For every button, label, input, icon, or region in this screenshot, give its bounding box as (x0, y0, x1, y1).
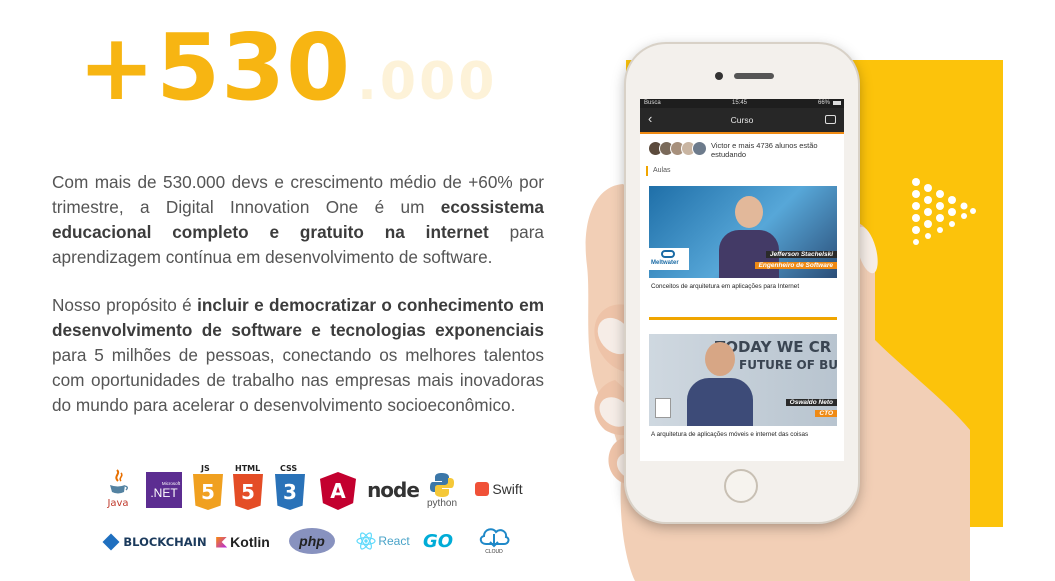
cloud-icon (479, 528, 510, 548)
css-label: CSS (280, 464, 298, 473)
css3-shield-icon: 3 (275, 474, 305, 510)
kotlin-k-icon (216, 536, 228, 548)
js-mark: 5 (201, 480, 215, 504)
dotnet-logo: Microsoft .NET (146, 472, 182, 508)
purpose-paragraph: Nosso propósito é incluir e democratizar… (52, 293, 544, 418)
go-label: GO (422, 530, 454, 552)
css-mark: 3 (283, 480, 297, 504)
react-atom-icon (356, 532, 376, 550)
nav-title: Curso (730, 115, 754, 125)
cloud-label: CLOUD (485, 549, 503, 555)
tech-logos: Java Microsoft .NET JS 5 HTML 5 CSS 3 A … (100, 458, 540, 578)
headline-suffix: .000 (357, 52, 498, 112)
share-icon[interactable] (825, 115, 836, 124)
lady-badge-icon (655, 398, 671, 418)
php-label: php (299, 533, 325, 549)
meltwater-icon (661, 250, 675, 258)
node-logo: node (365, 476, 421, 504)
react-logo: React (352, 530, 414, 552)
lesson-title: A arquitetura de aplicações móveis e int… (651, 431, 809, 438)
lesson-thumbnail: Meltwater Jefferson Stachelski Engenheir… (649, 186, 837, 278)
meltwater-badge: Meltwater (649, 248, 689, 270)
headline-number: +530.000 (78, 22, 497, 114)
node-label: node (367, 478, 420, 502)
phone-screen: Busca 15:45 66% ‹ Curso Victor e mais 47… (640, 99, 844, 461)
java-cup-icon (110, 468, 128, 493)
brand-meltwater: Meltwater (651, 260, 679, 266)
python-logo: python (422, 464, 462, 516)
react-label: React (378, 534, 410, 548)
status-carrier: Busca (644, 100, 661, 106)
blockchain-cube-icon (102, 533, 120, 551)
headline-main: +530 (78, 14, 352, 121)
js-shield-icon: 5 (193, 474, 223, 510)
lesson-card[interactable]: Meltwater Jefferson Stachelski Engenheir… (649, 186, 837, 290)
java-logo: Java (104, 462, 132, 514)
battery-icon (833, 101, 841, 105)
python-snake-icon (430, 472, 454, 497)
angular-mark: A (330, 479, 346, 503)
avatar (692, 141, 707, 156)
blockchain-logo: BLOCKCHAIN (102, 532, 208, 552)
kotlin-logo: Kotlin (212, 532, 274, 552)
backdrop-text-2: FUTURE OF BUSI (739, 358, 837, 372)
html-label: HTML (235, 464, 261, 473)
dotnet-label: .NET (150, 485, 178, 500)
kotlin-label: Kotlin (230, 534, 270, 550)
students-studying[interactable]: Victor e mais 4736 alunos estão estudand… (640, 134, 844, 162)
intro-paragraph: Com mais de 530.000 devs e crescimento m… (52, 170, 544, 270)
speaker-role: Engenheiro de Software (754, 262, 837, 269)
section-label-aulas: Aulas (646, 166, 844, 176)
html5-shield-icon: 5 (233, 474, 263, 510)
home-button[interactable] (724, 469, 758, 503)
lesson-thumbnail: TODAY WE CR FUTURE OF BUSI Oswaldo Neto … (649, 334, 837, 426)
swift-bird-icon (475, 482, 490, 496)
python-label: python (426, 497, 458, 509)
lesson-card[interactable]: TODAY WE CR FUTURE OF BUSI Oswaldo Neto … (649, 334, 837, 438)
lesson-title: Conceitos de arquitetura em aplicações p… (651, 283, 800, 290)
cloud-logo: CLOUD (474, 520, 514, 558)
js-label: JS (201, 464, 210, 473)
php-logo: php (289, 528, 335, 554)
purpose-text-1: Nosso propósito é (52, 295, 198, 315)
phone-frame: Busca 15:45 66% ‹ Curso Victor e mais 47… (626, 44, 858, 522)
speaker-grille (734, 73, 774, 79)
camera-icon (715, 72, 723, 80)
purpose-text-2: para 5 milhões de pessoas, conectando os… (52, 345, 544, 415)
blockchain-label: BLOCKCHAIN (123, 535, 207, 549)
speaker-name: Oswaldo Neto (785, 399, 837, 406)
swift-label: Swift (492, 481, 523, 497)
angular-logo: A (320, 472, 356, 510)
status-battery: 66% (817, 100, 830, 106)
app-navbar: ‹ Curso (640, 108, 844, 132)
go-logo: GO (416, 530, 460, 552)
swift-logo: Swift (470, 478, 528, 500)
java-label: Java (107, 497, 129, 509)
lesson-progress-bar (649, 317, 837, 320)
speaker-name: Jefferson Stachelski (765, 251, 837, 258)
speaker-role: CTO (815, 410, 837, 417)
speaker-silhouette (687, 342, 753, 426)
html-mark: 5 (241, 480, 255, 504)
status-bar: Busca 15:45 66% (640, 99, 844, 108)
status-time: 15:45 (732, 100, 748, 106)
studying-text: Victor e mais 4736 alunos estão estudand… (711, 141, 818, 159)
